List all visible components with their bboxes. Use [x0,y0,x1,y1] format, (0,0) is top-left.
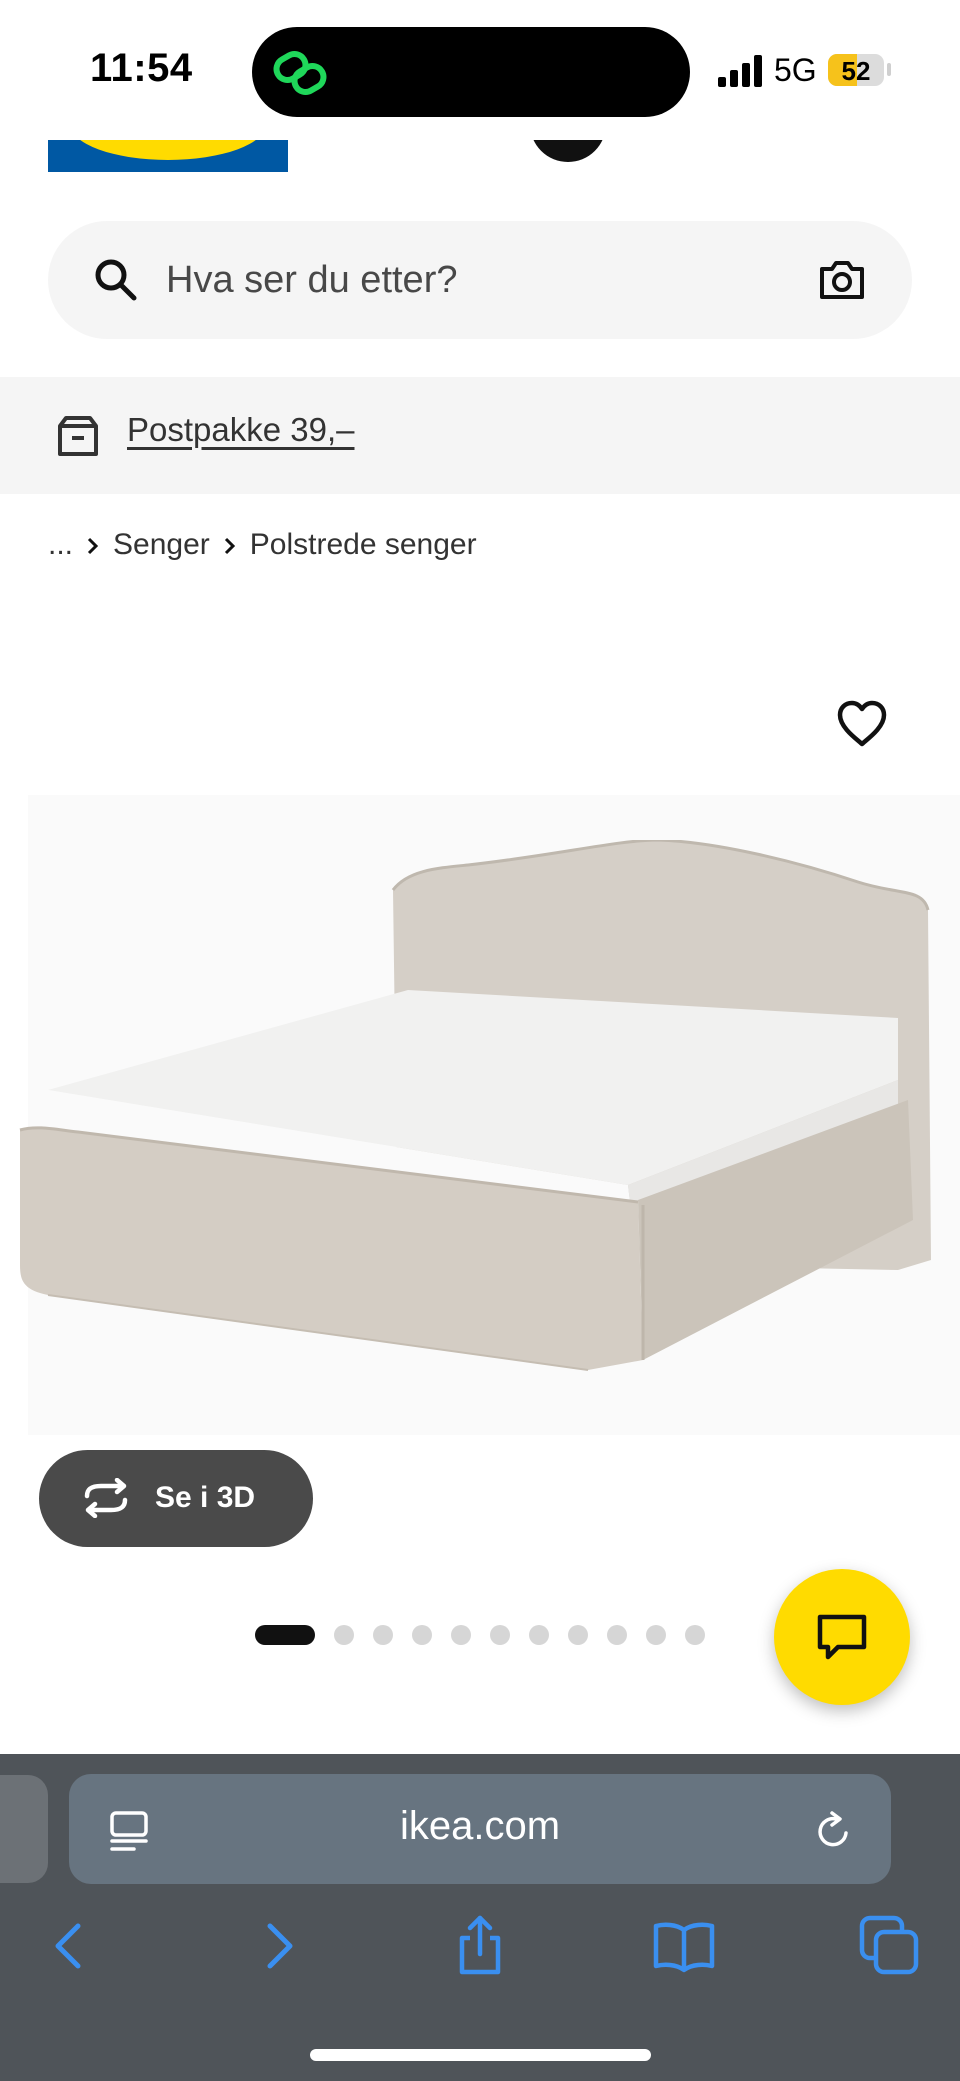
breadcrumb-senger[interactable]: Senger [113,528,210,562]
previous-tab-peek[interactable] [0,1775,48,1883]
tabs-icon[interactable] [858,1914,922,1978]
view-in-3d-label: Se i 3D [155,1481,256,1514]
url-text: ikea.com [399,1804,561,1848]
camera-icon[interactable] [818,257,866,303]
status-time: 11:54 [90,46,193,90]
rotate-3d-icon [84,1478,128,1518]
package-icon [58,416,98,456]
delivery-banner: Postpakke 39,– [0,377,960,494]
breadcrumb: ... Senger Polstrede senger [48,525,477,565]
share-icon[interactable] [448,1914,512,1978]
profile-icon[interactable] [530,140,606,162]
view-in-3d-button[interactable]: Se i 3D [39,1450,313,1547]
search-input[interactable] [166,251,766,309]
reload-icon[interactable] [814,1809,854,1853]
cellular-signal-icon [718,55,762,87]
link-activity-icon [273,51,327,95]
chevron-right-icon [210,528,250,562]
logo-ellipse [70,140,266,160]
battery-nub [887,63,891,76]
home-indicator[interactable] [310,2049,651,2061]
breadcrumb-polstrede-senger[interactable]: Polstrede senger [250,528,477,562]
carousel-dot[interactable] [451,1625,471,1645]
breadcrumb-ellipsis[interactable]: ... [48,528,73,562]
bookmarks-icon[interactable] [652,1914,716,1978]
forward-icon[interactable] [246,1914,310,1978]
carousel-dot[interactable] [685,1625,705,1645]
chevron-right-icon [73,528,113,562]
delivery-link[interactable]: Postpakke 39,– [127,411,355,449]
battery-level: 52 [841,56,871,86]
carousel-dot[interactable] [646,1625,666,1645]
network-type: 5G [774,52,817,88]
back-icon[interactable] [38,1914,102,1978]
carousel-dot[interactable] [255,1625,315,1645]
favorite-heart-icon[interactable] [836,700,888,748]
browser-toolbar: ikea.com [0,1754,960,2081]
carousel-dot[interactable] [568,1625,588,1645]
carousel-dot[interactable] [334,1625,354,1645]
carousel-dot[interactable] [529,1625,549,1645]
carousel-dot[interactable] [490,1625,510,1645]
carousel-dot[interactable] [373,1625,393,1645]
product-bed-image [19,840,931,1371]
chat-button[interactable] [774,1569,910,1705]
chat-bubble-icon [817,1614,867,1660]
search-bar[interactable] [48,221,912,339]
battery-icon: 52 [828,54,884,86]
carousel-dot[interactable] [412,1625,432,1645]
carousel-dots [255,1625,724,1645]
ikea-logo[interactable] [48,140,288,172]
status-bar: 11:54 5G 52 [0,0,960,140]
search-icon [95,259,137,301]
carousel-dot[interactable] [607,1625,627,1645]
address-bar[interactable]: ikea.com [69,1774,891,1884]
